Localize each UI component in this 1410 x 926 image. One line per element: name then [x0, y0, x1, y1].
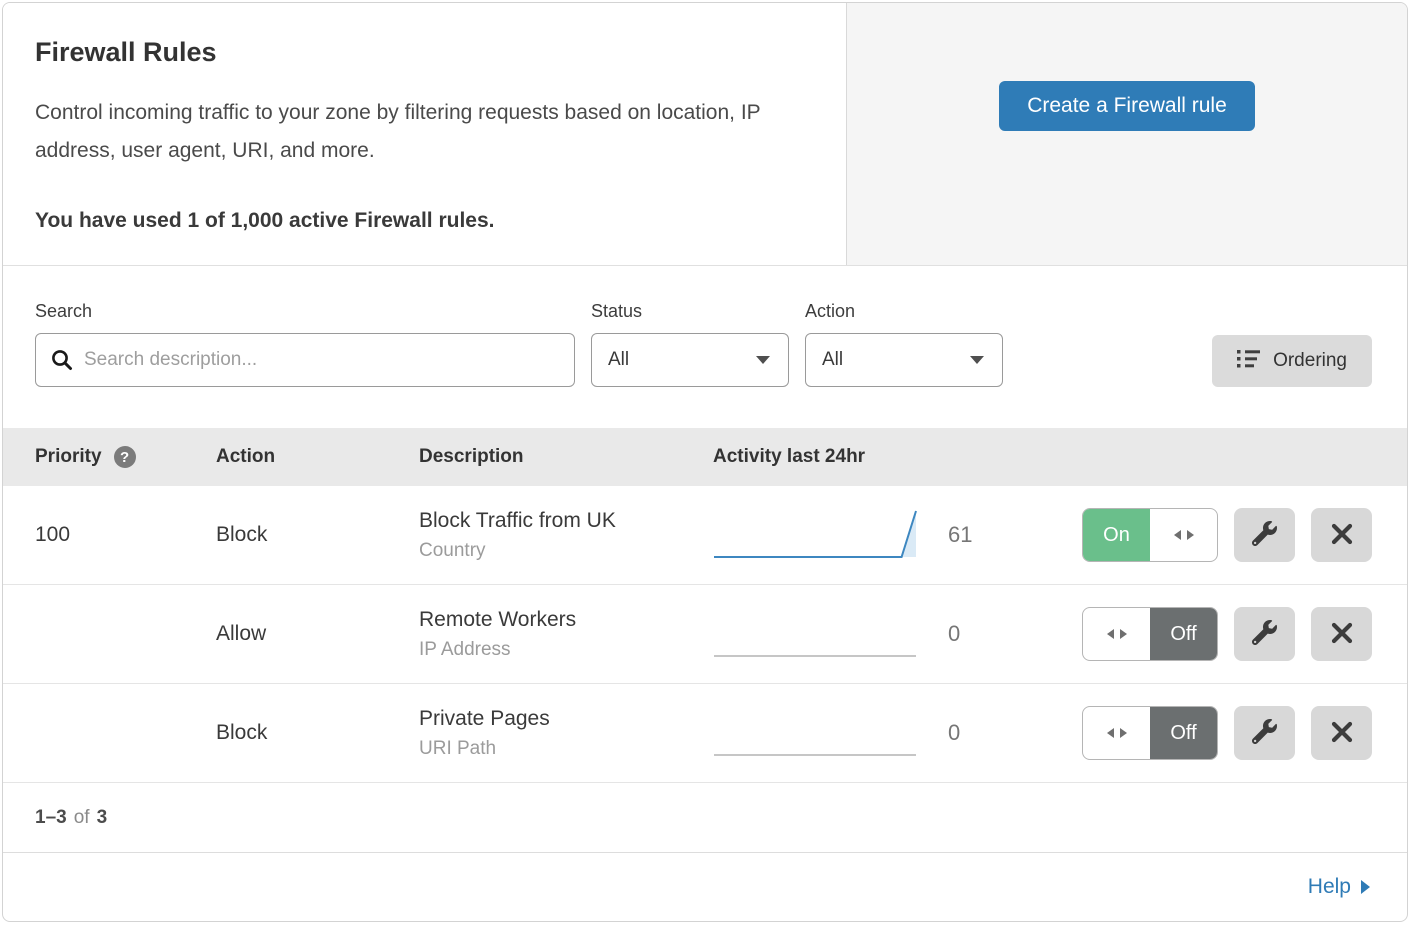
help-link-label: Help	[1308, 875, 1351, 899]
description-cell: Block Traffic from UK Country	[419, 509, 713, 562]
header-text-panel: Firewall Rules Control incoming traffic …	[3, 3, 846, 265]
firewall-rules-card: Firewall Rules Control incoming traffic …	[2, 2, 1408, 922]
description-cell: Private Pages URI Path	[419, 707, 713, 760]
action-value: Block	[216, 721, 419, 745]
activity-count: 61	[948, 522, 994, 548]
column-header-action: Action	[216, 446, 419, 468]
pagination-range: 1–3	[35, 807, 67, 829]
action-value: Allow	[216, 622, 419, 646]
action-select-value: All	[822, 349, 843, 371]
status-select-value: All	[608, 349, 629, 371]
column-header-priority: Priority ?	[35, 446, 216, 468]
ordering-button[interactable]: Ordering	[1212, 335, 1372, 387]
toggle-drag-handle-icon[interactable]	[1083, 707, 1150, 759]
activity-cell: 0 Off	[713, 606, 1372, 662]
delete-rule-button[interactable]	[1311, 508, 1372, 562]
search-group: Search	[35, 301, 575, 387]
chevron-down-icon	[970, 356, 984, 364]
pagination-of: of	[74, 807, 90, 829]
table-row: Allow Remote Workers IP Address 0 Off	[3, 585, 1407, 684]
priority-header-label: Priority	[35, 446, 102, 468]
action-label: Action	[805, 301, 1003, 322]
column-header-activity: Activity last 24hr	[713, 446, 1372, 468]
activity-sparkline	[713, 606, 918, 662]
header-action-panel: Create a Firewall rule	[846, 3, 1407, 265]
toggle-state-label: On	[1083, 509, 1150, 561]
wrench-icon	[1252, 521, 1277, 549]
table-row: 100 Block Block Traffic from UK Country …	[3, 486, 1407, 585]
toggle-drag-handle-icon[interactable]	[1083, 608, 1150, 660]
help-link[interactable]: Help	[1308, 875, 1370, 899]
x-icon	[1331, 721, 1353, 746]
rule-description: Remote Workers	[419, 608, 713, 632]
action-group: Action All	[805, 301, 1003, 387]
activity-count: 0	[948, 720, 994, 746]
rule-field-type: IP Address	[419, 639, 713, 661]
x-icon	[1331, 622, 1353, 647]
list-ordering-icon	[1237, 349, 1260, 374]
action-value: Block	[216, 523, 419, 547]
chevron-down-icon	[756, 356, 770, 364]
priority-value: 100	[35, 523, 216, 547]
rule-enabled-toggle[interactable]: Off	[1082, 706, 1218, 760]
wrench-icon	[1252, 719, 1277, 747]
rule-description: Private Pages	[419, 707, 713, 731]
activity-cell: 61 On	[713, 507, 1372, 563]
pagination-bar: 1–3 of 3	[3, 783, 1407, 853]
activity-sparkline	[713, 705, 918, 761]
table-row: Block Private Pages URI Path 0 Off	[3, 684, 1407, 783]
toggle-state-label: Off	[1150, 707, 1217, 759]
rule-description: Block Traffic from UK	[419, 509, 713, 533]
search-input-wrap	[35, 333, 575, 387]
rule-enabled-toggle[interactable]: Off	[1082, 607, 1218, 661]
search-label: Search	[35, 301, 575, 322]
search-icon	[50, 348, 74, 377]
status-label: Status	[591, 301, 789, 322]
table-header: Priority ? Action Description Activity l…	[3, 428, 1407, 486]
status-select[interactable]: All	[591, 333, 789, 387]
page-title: Firewall Rules	[35, 37, 814, 68]
edit-rule-button[interactable]	[1234, 706, 1295, 760]
delete-rule-button[interactable]	[1311, 607, 1372, 661]
pagination-total: 3	[97, 807, 108, 829]
toggle-state-label: Off	[1150, 608, 1217, 660]
footer-bar: Help	[3, 853, 1407, 921]
edit-rule-button[interactable]	[1234, 508, 1295, 562]
activity-sparkline	[713, 507, 918, 563]
action-select[interactable]: All	[805, 333, 1003, 387]
header-section: Firewall Rules Control incoming traffic …	[3, 3, 1407, 266]
arrow-right-icon	[1361, 880, 1370, 894]
wrench-icon	[1252, 620, 1277, 648]
rule-field-type: Country	[419, 540, 713, 562]
activity-cell: 0 Off	[713, 705, 1372, 761]
rule-field-type: URI Path	[419, 738, 713, 760]
description-cell: Remote Workers IP Address	[419, 608, 713, 661]
activity-count: 0	[948, 621, 994, 647]
x-icon	[1331, 523, 1353, 548]
search-input[interactable]	[35, 333, 575, 387]
help-tooltip-icon[interactable]: ?	[114, 446, 136, 468]
delete-rule-button[interactable]	[1311, 706, 1372, 760]
edit-rule-button[interactable]	[1234, 607, 1295, 661]
create-firewall-rule-button[interactable]: Create a Firewall rule	[999, 81, 1255, 131]
filter-bar: Search Status All Action	[3, 266, 1407, 428]
rule-enabled-toggle[interactable]: On	[1082, 508, 1218, 562]
page-description: Control incoming traffic to your zone by…	[35, 94, 814, 170]
toggle-drag-handle-icon[interactable]	[1150, 509, 1217, 561]
ordering-button-label: Ordering	[1273, 350, 1347, 372]
status-group: Status All	[591, 301, 789, 387]
usage-note: You have used 1 of 1,000 active Firewall…	[35, 209, 814, 233]
column-header-description: Description	[419, 446, 713, 468]
